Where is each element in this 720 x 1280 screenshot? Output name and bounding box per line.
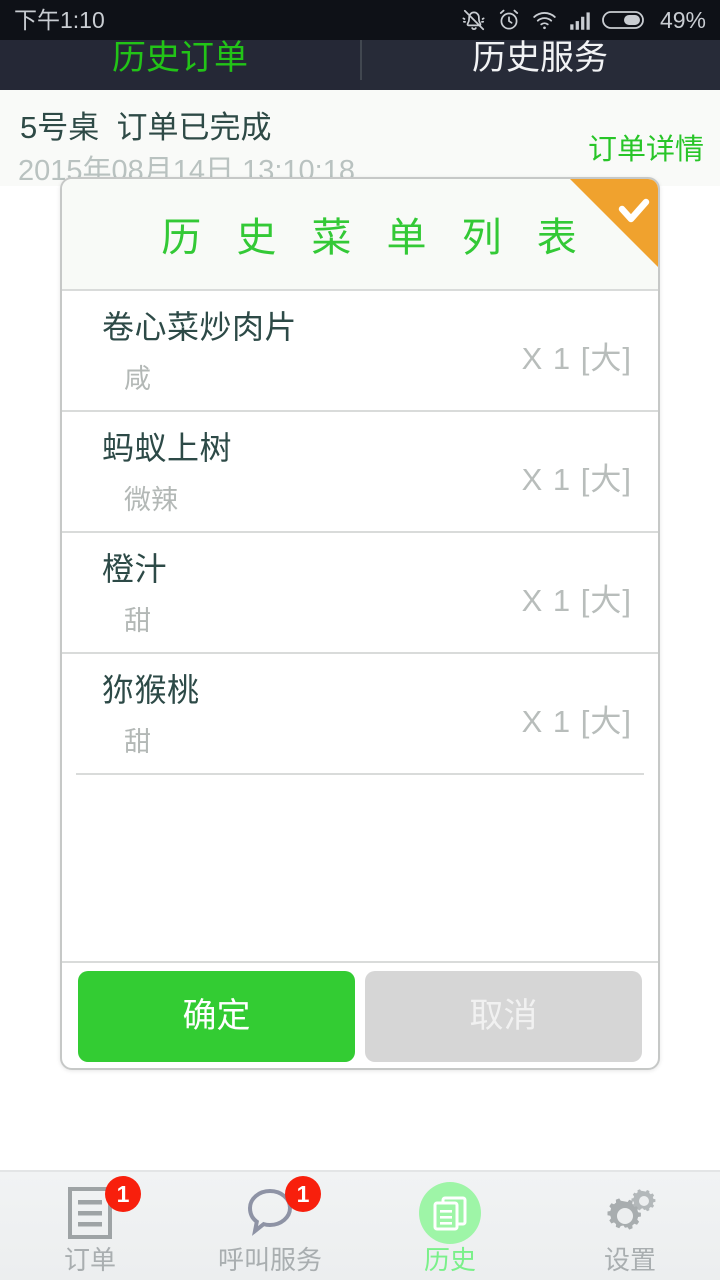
alarm-clock-icon	[496, 7, 522, 33]
battery-icon	[602, 8, 648, 32]
dialog-title: 历 史 菜 单 列 表	[161, 216, 589, 260]
menu-item-qty: X 1 [大]	[521, 583, 632, 618]
nav-label-history: 历史	[423, 1244, 476, 1275]
list-item[interactable]: 狝猴桃 甜 X 1 [大]	[62, 652, 658, 773]
status-icons: 49%	[461, 7, 706, 33]
nav-label-settings: 设置	[603, 1244, 656, 1275]
list-item[interactable]: 卷心菜炒肉片 咸 X 1 [大]	[62, 289, 658, 410]
menu-item-qty: X 1 [大]	[521, 704, 632, 739]
list-bottom-divider	[76, 773, 644, 775]
menu-item-name: 橙汁	[102, 551, 168, 587]
menu-item-name: 卷心菜炒肉片	[102, 309, 298, 345]
menu-item-name: 蚂蚁上树	[102, 430, 233, 466]
bottom-navigation-bar: 1 订单 1 呼叫服务 历史 设置	[0, 1170, 720, 1280]
signal-bars-icon	[567, 7, 593, 33]
menu-item-name: 狝猴桃	[102, 672, 200, 708]
gears-icon	[595, 1182, 665, 1244]
nav-item-call-service[interactable]: 1 呼叫服务	[180, 1172, 360, 1280]
nav-item-settings[interactable]: 设置	[540, 1172, 720, 1280]
app-root: 下午1:10 49% 历史订单 历史服务 5号桌 订单已完成 订单详情 2015…	[0, 0, 720, 1280]
list-item[interactable]: 蚂蚁上树 微辣 X 1 [大]	[62, 410, 658, 531]
dialog-footer: 确定 取消	[62, 961, 658, 1068]
status-time: 下午1:10	[14, 6, 105, 33]
document-lines-icon: 1	[55, 1175, 141, 1244]
nav-item-history[interactable]: 历史	[360, 1172, 540, 1280]
documents-stack-icon	[415, 1181, 485, 1244]
menu-item-taste: 微辣	[124, 485, 178, 515]
nav-label-orders: 订单	[63, 1244, 116, 1275]
cancel-button[interactable]: 取消	[365, 971, 642, 1062]
dialog-overlay: 历 史 菜 单 列 表 卷心菜炒肉片 咸 X 1 [大] 蚂蚁上树 微辣 X 1…	[0, 0, 720, 1280]
wifi-icon	[531, 7, 558, 33]
menu-item-qty: X 1 [大]	[521, 462, 632, 497]
bell-muted-icon	[461, 7, 487, 33]
nav-badge-call-service: 1	[285, 1175, 321, 1212]
list-item[interactable]: 橙汁 甜 X 1 [大]	[62, 531, 658, 652]
speech-bubble-icon: 1	[235, 1175, 321, 1244]
menu-item-taste: 甜	[124, 606, 151, 636]
battery-percent: 49%	[659, 6, 706, 33]
history-menu-dialog: 历 史 菜 单 列 表 卷心菜炒肉片 咸 X 1 [大] 蚂蚁上树 微辣 X 1…	[60, 177, 660, 1070]
dialog-header: 历 史 菜 单 列 表	[62, 179, 658, 289]
status-bar: 下午1:10 49%	[0, 0, 720, 40]
nav-item-orders[interactable]: 1 订单	[0, 1172, 180, 1280]
menu-item-taste: 咸	[124, 364, 151, 394]
nav-label-call-service: 呼叫服务	[217, 1244, 322, 1275]
nav-badge-orders: 1	[105, 1175, 141, 1212]
menu-item-qty: X 1 [大]	[521, 341, 632, 376]
menu-item-list: 卷心菜炒肉片 咸 X 1 [大] 蚂蚁上树 微辣 X 1 [大] 橙汁 甜 X …	[62, 289, 658, 961]
confirm-button[interactable]: 确定	[78, 971, 355, 1062]
menu-item-taste: 甜	[124, 727, 151, 757]
